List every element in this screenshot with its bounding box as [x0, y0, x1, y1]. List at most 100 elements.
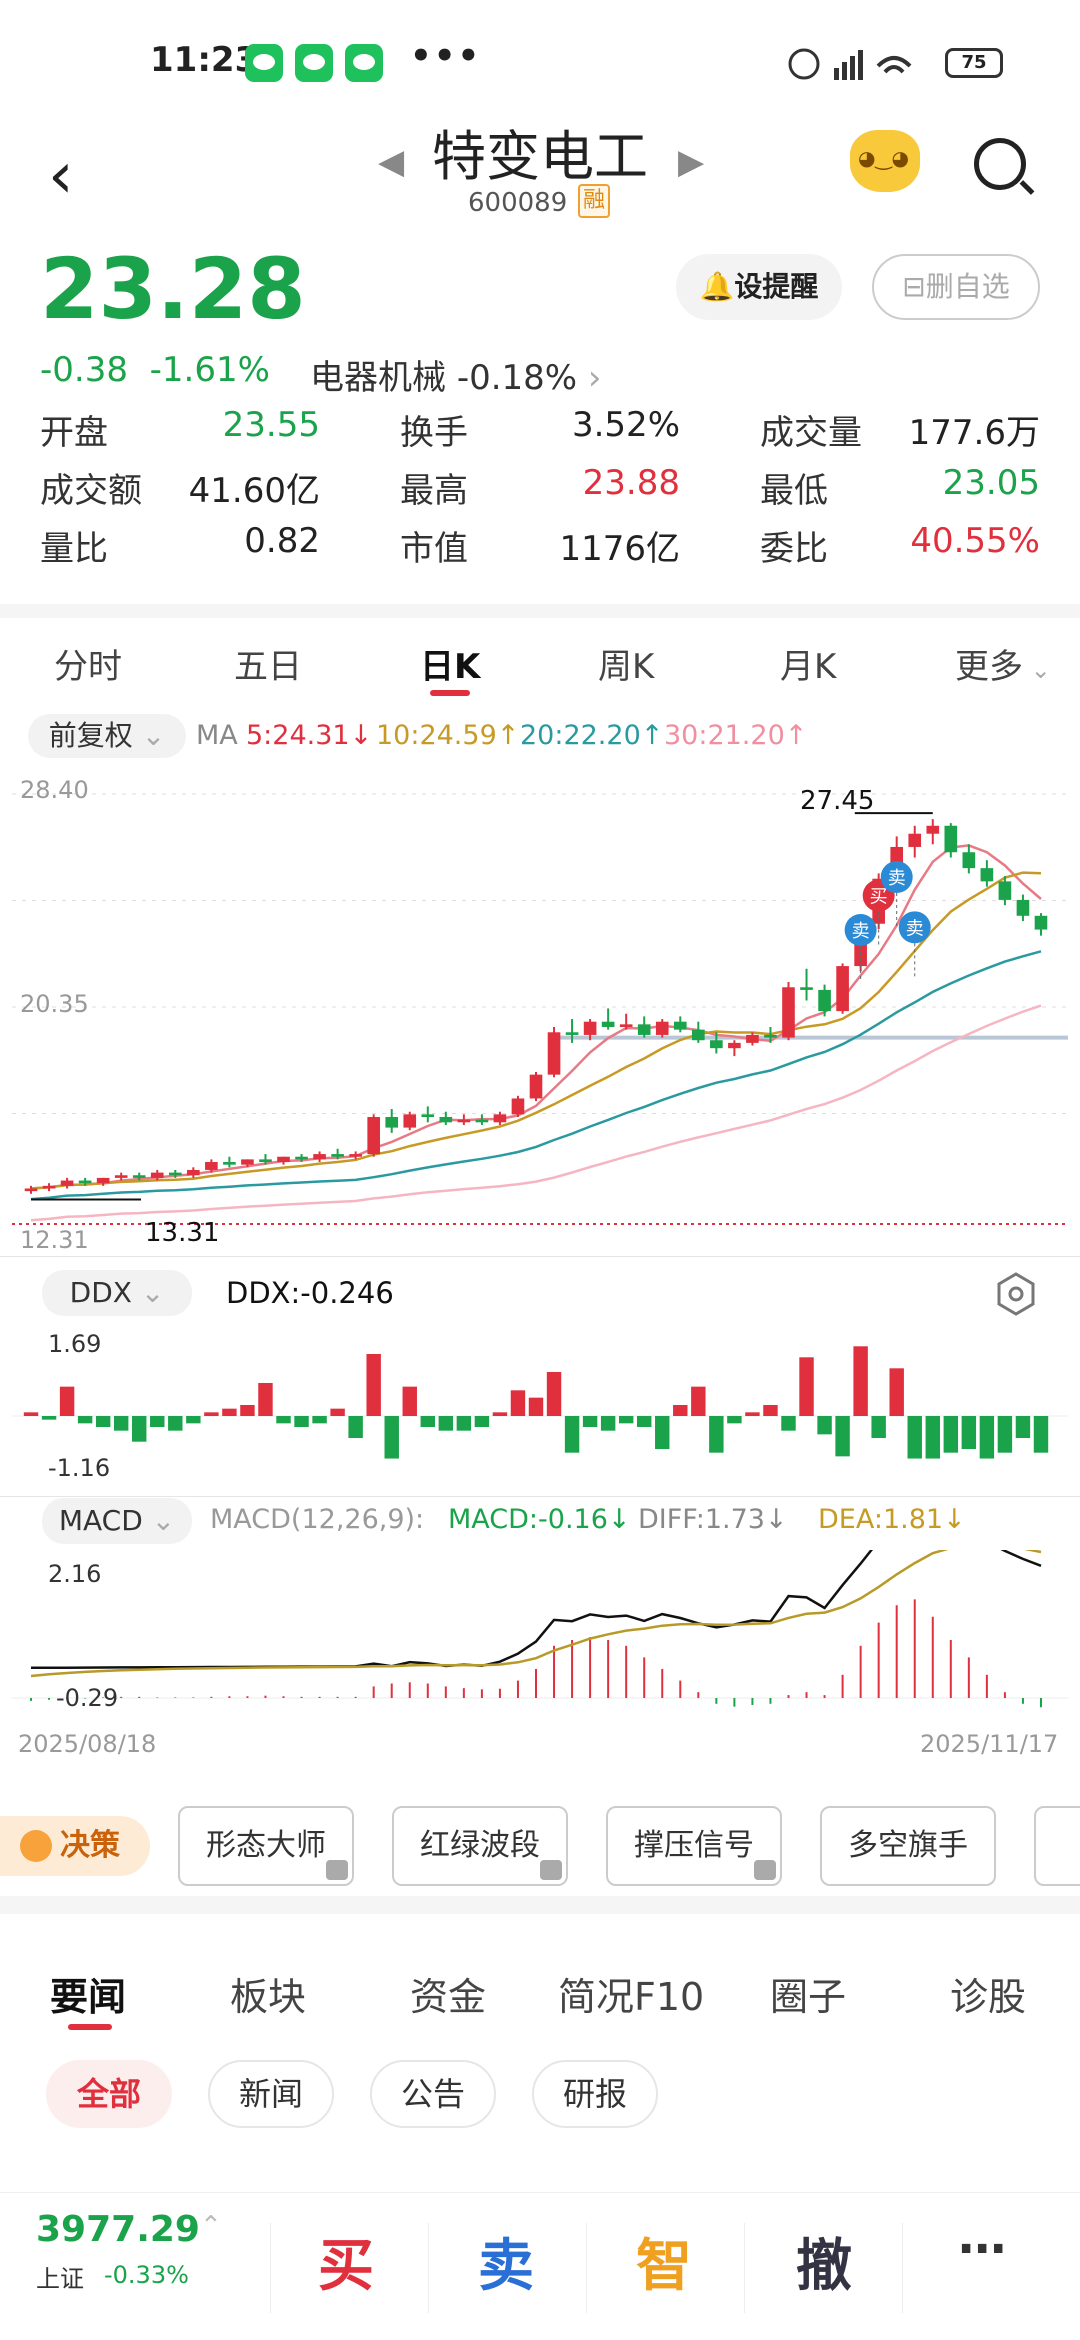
stats-row: 量比 0.82 市值 1176亿 委比 40.55% [40, 521, 1040, 579]
back-icon[interactable]: ‹ [48, 144, 74, 208]
ddx-bar [95, 1416, 111, 1428]
ddx-bar [961, 1416, 977, 1450]
candle-body [1016, 899, 1030, 916]
status-icons [788, 48, 912, 80]
kline-chart[interactable]: 卖买卖卖 [0, 764, 1080, 1264]
sector-name: 电器机械 [310, 358, 446, 398]
ddx-bar [276, 1416, 291, 1424]
battery-icon: 75 [945, 48, 1003, 78]
tab-monthly-k[interactable]: 月K [780, 639, 836, 688]
candle-body [944, 825, 958, 853]
macd-diff: DIFF:1.73↓ [638, 1504, 788, 1535]
ddx-bar [510, 1390, 526, 1416]
ddx-bar [691, 1386, 706, 1416]
tab-more[interactable]: 更多 ⌄ [955, 639, 1051, 688]
tab-headlines[interactable]: 要闻 [50, 1966, 126, 2021]
chip-label: 撑压信号 [634, 1828, 754, 1863]
candle-body [728, 1042, 741, 1049]
more-notifications-icon: ••• [410, 36, 482, 76]
ddx-bar [925, 1416, 940, 1459]
tab-diagnosis[interactable]: 诊股 [950, 1966, 1026, 2021]
set-alert-button[interactable]: 🔔设提醒 [676, 254, 842, 320]
smart-button[interactable]: 智 [636, 2221, 692, 2302]
tab-community[interactable]: 圈子 [770, 1966, 846, 2021]
ddx-value: DDX:-0.246 [226, 1276, 394, 1310]
wifi-icon [876, 56, 912, 68]
candle-body [511, 1098, 525, 1115]
lock-icon [540, 1860, 562, 1880]
wechat-notification-icon [295, 44, 333, 82]
ddx-bar [492, 1412, 508, 1416]
candle-body [421, 1114, 435, 1118]
signal-icon [834, 68, 839, 80]
tab-daily-k[interactable]: 日K [420, 639, 480, 688]
sector-link[interactable]: 电器机械 -0.18% › [310, 350, 602, 399]
ddx-y-bottom: -1.16 [48, 1454, 111, 1482]
ddx-name: DDX [69, 1276, 132, 1309]
chevron-up-icon: ⌃ [200, 2211, 222, 2241]
more-tool-chip[interactable] [1034, 1806, 1080, 1886]
support-pressure-chip[interactable]: 撑压信号 [606, 1806, 782, 1886]
pattern-master-chip[interactable]: 形态大师 [178, 1806, 354, 1886]
ddx-bar [997, 1416, 1013, 1453]
settings-hex-icon[interactable] [996, 1272, 1036, 1316]
prev-stock-icon[interactable]: ◀ [378, 142, 404, 182]
divider [744, 2223, 745, 2313]
divider [902, 2223, 903, 2313]
sell-signal-label: 卖 [852, 921, 870, 942]
ma30-value: 30:21.20↑ [664, 720, 808, 751]
ddx-bar [330, 1408, 345, 1416]
filter-news[interactable]: 新闻 [208, 2060, 334, 2128]
sell-button[interactable]: 卖 [478, 2221, 534, 2302]
filter-announcements[interactable]: 公告 [370, 2060, 496, 2128]
candle-body [836, 966, 849, 1012]
sell-signal-label: 卖 [888, 868, 906, 889]
tab-funds[interactable]: 资金 [410, 1966, 486, 2021]
change-value: -0.38 [40, 350, 128, 390]
candle-body [673, 1021, 687, 1030]
ddx-bar [546, 1371, 562, 1416]
ddx-dropdown[interactable]: DDX ⌄ [42, 1270, 192, 1316]
ddx-bar [835, 1416, 850, 1457]
candle-body [96, 1177, 110, 1184]
ddx-bar [366, 1354, 381, 1416]
bull-bear-flag-chip[interactable]: 多空旗手 [820, 1806, 996, 1886]
next-stock-icon[interactable]: ▶ [678, 142, 704, 182]
candle-body [132, 1175, 146, 1178]
tab-weekly-k[interactable]: 周K [598, 639, 654, 688]
ma-legend: 前复权 ⌄ MA 5:24.31↓ 10:24.59↑ 20:22.20↑ 30… [20, 714, 1080, 758]
candle-body [565, 1032, 579, 1035]
sector-percent: -0.18% [456, 358, 578, 398]
tab-f10[interactable]: 简况F10 [558, 1966, 704, 2021]
ddx-bar [636, 1416, 652, 1428]
macd-y-bottom: -0.29 [56, 1684, 119, 1712]
tab-intraday[interactable]: 分时 [54, 639, 122, 688]
tab-sector[interactable]: 板块 [230, 1966, 306, 2021]
chart-period-tabs: 分时 五日 日K 周K 月K 更多 ⌄ [0, 625, 1080, 705]
filter-all[interactable]: 全部 [46, 2060, 172, 2128]
status-bar: 11:23 ••• 75 [0, 0, 1080, 120]
chevron-down-icon: ⌄ [1023, 656, 1051, 684]
ddx-bar [889, 1368, 904, 1416]
adjust-dropdown[interactable]: 前复权 ⌄ [28, 714, 186, 758]
candle-body [259, 1159, 272, 1163]
ddx-bar [618, 1416, 634, 1424]
stat-label: 成交额 [40, 471, 142, 511]
search-icon[interactable] [974, 138, 1026, 190]
mascot-icon[interactable] [850, 130, 920, 192]
filter-research[interactable]: 研报 [532, 2060, 658, 2128]
tab-five-day[interactable]: 五日 [234, 639, 302, 688]
candle-body [367, 1117, 380, 1155]
cancel-order-button[interactable]: 撤 [796, 2221, 852, 2302]
macd-dropdown[interactable]: MACD ⌄ [42, 1498, 192, 1544]
more-icon[interactable]: ⋯ [958, 2221, 1006, 2277]
red-green-wave-chip[interactable]: 红绿波段 [392, 1806, 568, 1886]
buy-button[interactable]: 买 [318, 2221, 374, 2302]
candle-body [998, 881, 1012, 900]
high-marker-label: 27.45 [800, 786, 875, 816]
ddx-bar [655, 1416, 670, 1450]
remove-watchlist-button[interactable]: ⊟删自选 [872, 254, 1040, 320]
ddx-bar [132, 1416, 147, 1442]
decision-button[interactable]: 决策 [0, 1816, 150, 1876]
candle-body [385, 1117, 399, 1128]
